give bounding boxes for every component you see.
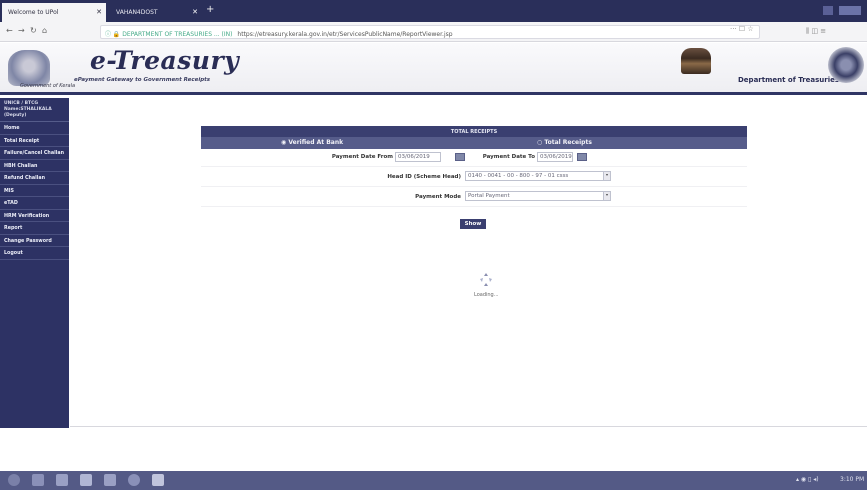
- chevron-down-icon: ▾: [603, 172, 610, 180]
- system-tray-icons[interactable]: ▴ ◉ ▯ ◂): [796, 476, 819, 483]
- url-prefix: ⓘ 🔒 DEPARTMENT OF TREASURIES ... (IN): [105, 31, 233, 38]
- sidebar-item-hbh-challan[interactable]: HBH Challan: [0, 160, 69, 172]
- minimize-button[interactable]: [823, 6, 833, 15]
- sidebar-item-report[interactable]: Report: [0, 222, 69, 235]
- sidebar-item-hrm-verification[interactable]: HRM Verification: [0, 210, 69, 222]
- payment-mode-value: Portal Payment: [468, 193, 510, 199]
- folder-icon[interactable]: [56, 474, 68, 486]
- total-receipts-panel: TOTAL RECEIPTS ◉ Verified At Bank ○ Tota…: [201, 126, 747, 207]
- show-button[interactable]: Show: [460, 219, 486, 229]
- start-icon[interactable]: [8, 474, 20, 486]
- firefox-icon[interactable]: [152, 474, 164, 486]
- close-icon[interactable]: ✕: [96, 8, 102, 16]
- loading-spinner-icon: [480, 273, 492, 286]
- browser-tab-bar: Welcome to UPol ✕ VAHAN4DOST ✕ +: [0, 0, 867, 22]
- tab-upol[interactable]: Welcome to UPol ✕: [2, 3, 106, 22]
- new-tab-button[interactable]: +: [206, 4, 214, 15]
- media-icon[interactable]: [80, 474, 92, 486]
- panel-title: TOTAL RECEIPTS: [201, 126, 747, 137]
- os-taskbar: ▴ ◉ ▯ ◂) 3:10 PM: [0, 471, 867, 490]
- payment-mode-label: Payment Mode: [415, 194, 461, 200]
- library-icon[interactable]: ⫼ ◫ ≡: [806, 27, 826, 36]
- payment-mode-row: Payment Mode Portal Payment ▾: [201, 187, 747, 207]
- url-bar[interactable]: ⓘ 🔒 DEPARTMENT OF TREASURIES ... (IN) ht…: [100, 25, 760, 39]
- radio-verified-at-bank[interactable]: ◉ Verified At Bank: [281, 139, 343, 146]
- user-info: UNICB / BTCG Name:STHALIKALA (Deputy): [0, 98, 69, 122]
- date-row: Payment Date From 03/06/2019 Payment Dat…: [201, 149, 747, 167]
- emblem-caption: Government of Kerala: [20, 83, 76, 89]
- payment-date-to-input[interactable]: 03/06/2019: [537, 152, 573, 162]
- head-id-value: 0140 - 0041 - 00 - 800 - 97 - 01 csss: [468, 173, 569, 179]
- head-id-row: Head ID (Scheme Head) 0140 - 0041 - 00 -…: [201, 167, 747, 187]
- sidebar-item-refund-challan[interactable]: Refund Challan: [0, 172, 69, 185]
- treasury-seal-icon: [828, 47, 864, 83]
- browser-icon[interactable]: [32, 474, 44, 486]
- payment-date-from-value: 03/06/2019: [398, 154, 430, 160]
- payment-date-to-value: 03/06/2019: [540, 154, 572, 160]
- payment-mode-select[interactable]: Portal Payment ▾: [465, 191, 611, 201]
- calendar-icon[interactable]: [577, 153, 587, 161]
- sidebar-item-failure-cancel-challan[interactable]: Failure/Cancel Challan: [0, 147, 69, 160]
- radio-total-receipts[interactable]: ○ Total Receipts: [537, 139, 592, 146]
- sidebar-item-mis[interactable]: MIS: [0, 185, 69, 197]
- site-banner: Government of Kerala e-Treasury ePayment…: [0, 43, 867, 95]
- forward-icon[interactable]: →: [18, 26, 25, 35]
- payment-date-to-label: Payment Date To: [482, 154, 535, 160]
- home-icon[interactable]: ⌂: [42, 26, 47, 35]
- sidebar-item-etad[interactable]: eTAD: [0, 197, 69, 210]
- head-id-select[interactable]: 0140 - 0041 - 00 - 800 - 97 - 01 csss ▾: [465, 171, 611, 181]
- payment-date-from-input[interactable]: 03/06/2019: [395, 152, 441, 162]
- brand-title: e-Treasury: [90, 46, 240, 75]
- payment-date-from-label: Payment Date From: [331, 154, 393, 160]
- clock[interactable]: 3:10 PM: [840, 476, 864, 483]
- kerala-emblem-icon: [8, 50, 50, 86]
- sidebar-item-change-password[interactable]: Change Password: [0, 235, 69, 247]
- loading-text: Loading...: [474, 292, 499, 298]
- sidebar: UNICB / BTCG Name:STHALIKALA (Deputy) Ho…: [0, 98, 69, 428]
- url-text: https://etreasury.kerala.gov.in/etr/Serv…: [237, 31, 453, 38]
- head-id-label: Head ID (Scheme Head): [387, 174, 461, 180]
- user-line: (Deputy): [4, 113, 27, 118]
- tab-vahan[interactable]: VAHAN4DOST ✕: [110, 3, 202, 22]
- content-bottom-divider: [70, 426, 867, 427]
- close-icon[interactable]: ✕: [192, 8, 198, 16]
- reload-icon[interactable]: ↻: [30, 26, 37, 35]
- sidebar-item-home[interactable]: Home: [0, 122, 69, 135]
- bookmark-icon[interactable]: ··· ☐ ☆: [730, 25, 754, 33]
- back-icon[interactable]: ←: [6, 26, 13, 35]
- chevron-down-icon: ▾: [603, 192, 610, 200]
- browser-navbar: ← → ↻ ⌂ ⓘ 🔒 DEPARTMENT OF TREASURIES ...…: [0, 22, 867, 42]
- chrome-icon[interactable]: [128, 474, 140, 486]
- calendar-icon[interactable]: [455, 153, 465, 161]
- department-name: Department of Treasuries: [738, 76, 840, 84]
- app-icon[interactable]: [104, 474, 116, 486]
- tab-label: VAHAN4DOST: [116, 9, 158, 16]
- receipt-type-radios: ◉ Verified At Bank ○ Total Receipts: [201, 137, 747, 149]
- treasure-chest-icon: [681, 48, 711, 74]
- sidebar-item-total-receipt[interactable]: Total Receipt: [0, 135, 69, 147]
- tab-label: Welcome to UPol: [8, 9, 59, 16]
- close-window-button[interactable]: [839, 6, 861, 15]
- sidebar-item-logout[interactable]: Logout: [0, 247, 69, 260]
- brand-tagline: ePayment Gateway to Government Receipts: [74, 77, 211, 83]
